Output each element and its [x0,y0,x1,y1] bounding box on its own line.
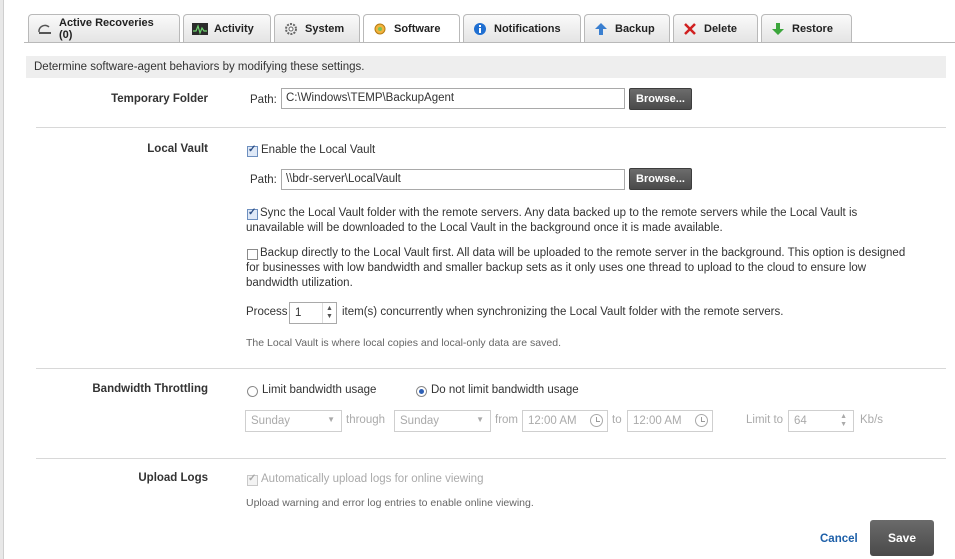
temp-path-input[interactable]: C:\Windows\TEMP\BackupAgent [281,88,625,109]
backup-vault-first-text: Backup directly to the Local Vault first… [246,247,906,289]
tab-label: Active Recoveries (0) [59,16,154,41]
recovery-icon [37,22,53,36]
tab-label: Software [394,23,441,35]
page-description: Determine software-agent behaviors by mo… [26,56,946,78]
to-label: to [612,414,622,426]
stepper-arrows-icon[interactable]: ▲ ▼ [322,303,336,323]
x-icon [682,22,698,36]
info-icon [472,22,488,36]
down-arrow-icon [770,22,786,36]
enable-local-vault-label: Enable the Local Vault [261,144,376,156]
vault-browse-button[interactable]: Browse... [629,168,692,190]
limit-value: 64 [794,415,807,427]
settings-window: Active Recoveries (0) Activity System So… [0,0,955,559]
day-to-value: Sunday [400,415,440,427]
tab-restore[interactable]: Restore [761,14,852,42]
tab-label: Notifications [494,22,561,35]
temp-path-label: Path: [250,94,277,106]
upload-logs-label: Upload Logs [138,472,208,484]
process-label: Process [246,306,288,318]
day-from-select[interactable]: Sunday ▼ [245,410,342,432]
from-label: from [495,414,518,426]
upload-logs-note: Upload warning and error log entries to … [246,497,534,509]
limit-bandwidth-radio[interactable] [247,386,258,397]
day-to-select[interactable]: Sunday ▼ [394,410,491,432]
no-limit-bandwidth-label: Do not limit bandwidth usage [431,384,579,396]
limit-value-stepper[interactable]: 64 ▲ ▼ [788,410,854,432]
vault-path-input[interactable]: \\bdr-server\LocalVault [281,169,625,190]
tab-delete[interactable]: Delete [673,14,758,42]
stepper-arrows-icon: ▲ ▼ [840,413,847,428]
tab-system[interactable]: System [274,14,360,42]
process-count-value: 1 [295,307,302,319]
section-divider [36,458,946,459]
time-from-input[interactable]: 12:00 AM [522,410,608,432]
tab-bar: Active Recoveries (0) Activity System So… [28,14,852,43]
window-edge [0,0,4,559]
limit-bandwidth-label: Limit bandwidth usage [262,384,377,396]
tab-notifications[interactable]: Notifications [463,14,581,42]
tab-label: Restore [792,22,833,35]
temp-browse-button[interactable]: Browse... [629,88,692,110]
clock-icon [590,414,603,427]
tab-software[interactable]: Software [363,14,460,43]
chevron-down-icon: ▼ [327,415,335,424]
save-button[interactable]: Save [870,520,934,556]
activity-icon [192,22,208,36]
no-limit-bandwidth-radio[interactable] [416,386,427,397]
time-from-value: 12:00 AM [528,415,577,427]
software-icon [372,22,388,36]
through-label: through [346,414,386,426]
tab-label: Delete [704,22,738,35]
time-to-input[interactable]: 12:00 AM [627,410,713,432]
tab-label: Activity [214,22,254,35]
local-vault-label: Local Vault [147,143,208,155]
bandwidth-throttling-label: Bandwidth Throttling [92,383,208,395]
tab-active-recoveries[interactable]: Active Recoveries (0) [28,14,180,42]
up-arrow-icon [593,22,609,36]
tab-label: Backup [615,22,655,35]
limit-to-label: Limit to [746,414,784,426]
clock-icon [695,414,708,427]
process-count-stepper[interactable]: 1 ▲ ▼ [289,302,337,324]
cancel-button[interactable]: Cancel [820,533,858,545]
section-divider [36,127,946,128]
sync-vault-text: Sync the Local Vault folder with the rem… [246,207,858,234]
tab-backup[interactable]: Backup [584,14,670,42]
auto-upload-logs-label: Automatically upload logs for online vie… [261,473,484,485]
chevron-down-icon: ▼ [476,415,484,424]
section-divider [36,368,946,369]
vault-path-label: Path: [250,174,277,186]
local-vault-note: The Local Vault is where local copies an… [246,337,561,349]
gear-icon [283,22,299,36]
tab-label: System [305,22,345,35]
time-to-value: 12:00 AM [633,415,682,427]
tab-divider [24,42,955,43]
tab-activity[interactable]: Activity [183,14,271,42]
process-suffix-text: item(s) concurrently when synchronizing … [342,306,784,318]
auto-upload-logs-checkbox[interactable] [247,473,258,486]
day-from-value: Sunday [251,415,291,427]
temporary-folder-label: Temporary Folder [111,93,208,105]
unit-label: Kb/s [860,414,884,426]
enable-local-vault-checkbox[interactable] [247,144,258,157]
